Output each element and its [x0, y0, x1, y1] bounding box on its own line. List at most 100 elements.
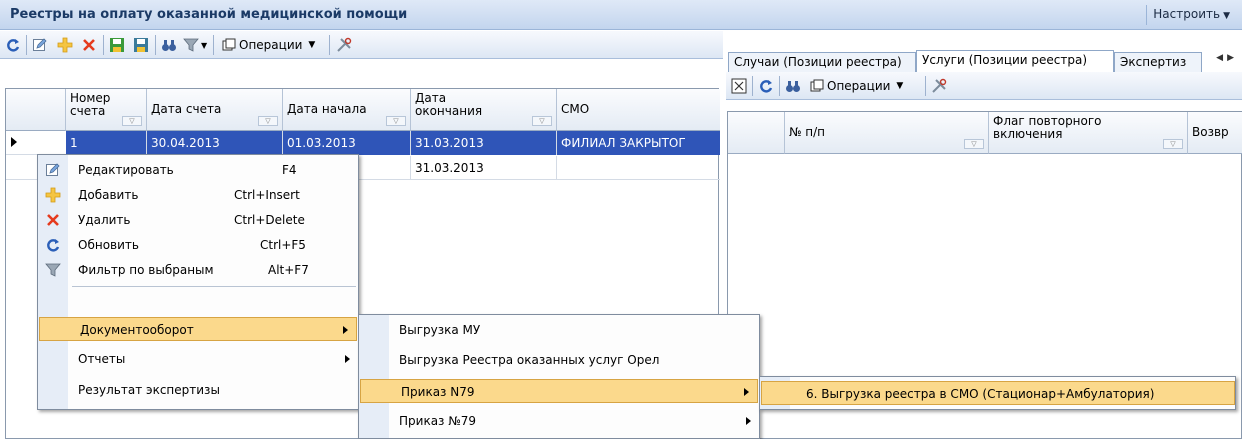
- menu-item-label: Редактировать: [78, 163, 174, 177]
- menu-item-export-to-smo[interactable]: 6. Выгрузка реестра в СМО (Стационар+Амб…: [761, 381, 1235, 405]
- operations-button[interactable]: Операции ▼: [806, 76, 907, 96]
- toolbar-separator: [103, 35, 104, 55]
- cell-end-date: 31.03.2013: [411, 156, 557, 180]
- cell-number: 1: [66, 131, 147, 155]
- chevron-down-icon: ▼: [201, 40, 208, 50]
- menu-item-order-n79[interactable]: Приказ N79: [360, 379, 758, 403]
- menu-item-delete[interactable]: Удалить Ctrl+Delete: [38, 208, 358, 232]
- table-row[interactable]: 1 30.04.2013 01.03.2013 31.03.2013 ФИЛИА…: [6, 131, 720, 155]
- header-label: Флаг повторного включения: [993, 114, 1102, 141]
- menu-item-docflow[interactable]: Документооборот: [39, 317, 357, 341]
- binoculars-icon: [162, 40, 176, 51]
- tab-cases[interactable]: Случаи (Позиции реестра): [728, 52, 916, 72]
- menu-item-filter[interactable]: Фильтр по выбраным Alt+F7: [38, 258, 358, 282]
- menu-item-refresh[interactable]: Обновить Ctrl+F5: [38, 233, 358, 257]
- configure-button[interactable]: Настроить ▼: [1146, 5, 1236, 25]
- operations-button[interactable]: Операции ▼: [218, 35, 319, 55]
- delete-icon: [83, 39, 95, 51]
- filter-icon: [183, 38, 199, 52]
- menu-item-shortcut: Ctrl+Delete: [234, 213, 305, 227]
- menu-item-add[interactable]: Добавить Ctrl+Insert: [38, 183, 358, 207]
- menu-item-order-no79[interactable]: Приказ №79: [359, 409, 759, 433]
- column-header-smo[interactable]: СМО: [557, 89, 720, 131]
- tab-expertise[interactable]: Экспертиз: [1114, 52, 1202, 72]
- menu-item-label: Приказ N79: [401, 385, 475, 399]
- filter-dropdown-icon[interactable]: ▽: [122, 116, 142, 126]
- menu-item-shortcut: F4: [282, 163, 297, 177]
- find-button[interactable]: [161, 35, 177, 55]
- cell-smo: [557, 156, 720, 180]
- column-header-end-date[interactable]: Дата окончания ▽: [411, 89, 557, 131]
- column-header-invoice-date[interactable]: Дата счета ▽: [147, 89, 283, 131]
- binoculars-icon: [786, 81, 800, 92]
- filter-dropdown-icon[interactable]: ▽: [1163, 139, 1183, 149]
- save-button[interactable]: [109, 35, 125, 55]
- column-header-number[interactable]: Номер счета ▽: [66, 89, 147, 131]
- submenu-arrow-icon: [343, 326, 348, 334]
- window-titlebar: Реестры на оплату оказанной медицинской …: [0, 0, 1242, 30]
- delete-button[interactable]: [81, 35, 97, 55]
- add-icon: [44, 186, 62, 204]
- toolbar-separator: [213, 35, 214, 55]
- edit-button[interactable]: [32, 35, 48, 55]
- column-header-repeat-flag[interactable]: Флаг повторного включения ▽: [989, 112, 1188, 154]
- save-as-button[interactable]: [133, 35, 149, 55]
- copy-icon: [222, 38, 236, 51]
- refresh-button[interactable]: [5, 35, 21, 55]
- save-as-icon: [134, 38, 148, 52]
- find-button[interactable]: [785, 76, 801, 96]
- toolbar-separator: [925, 76, 926, 96]
- filter-dropdown-icon[interactable]: ▽: [532, 116, 552, 126]
- refresh-icon: [760, 80, 773, 93]
- tab-label: Экспертиз: [1120, 55, 1187, 69]
- toolbar-separator: [779, 76, 780, 96]
- toolbar-separator: [155, 35, 156, 55]
- submenu-arrow-icon: [746, 417, 751, 425]
- window-title: Реестры на оплату оказанной медицинской …: [10, 7, 408, 22]
- filter-dropdown-icon[interactable]: ▽: [386, 116, 406, 126]
- tab-scroll-arrows-icon[interactable]: ◀▶: [1216, 53, 1238, 63]
- tab-services[interactable]: Услуги (Позиции реестра): [916, 50, 1114, 72]
- menu-item-label: Отчеты: [78, 352, 126, 366]
- filter-dropdown-icon[interactable]: ▽: [964, 139, 984, 149]
- settings-button[interactable]: [931, 76, 947, 96]
- edit-icon: [44, 161, 62, 179]
- detail-tabs: Случаи (Позиции реестра) Услуги (Позиции…: [726, 50, 1242, 72]
- toolbar-separator: [26, 35, 27, 55]
- menu-item-label: Выгрузка Реестра оказанных услуг Орел: [399, 353, 660, 367]
- column-header-return[interactable]: Возвр: [1188, 112, 1242, 154]
- menu-item-export-mu[interactable]: Выгрузка МУ: [359, 318, 759, 342]
- chevron-down-icon: ▼: [896, 81, 904, 91]
- services-toolbar: Операции ▼: [726, 72, 1242, 100]
- refresh-icon: [7, 39, 20, 52]
- menu-separator: [72, 286, 356, 287]
- toolbar-separator: [329, 35, 330, 55]
- column-header-position[interactable]: № п/п ▽: [785, 112, 989, 154]
- delete-icon: [44, 211, 62, 229]
- menu-item-label: 6. Выгрузка реестра в СМО (Стационар+Амб…: [806, 387, 1155, 401]
- chevron-down-icon: ▼: [308, 40, 316, 50]
- menu-item-shortcut: Alt+F7: [268, 263, 309, 277]
- menu-item-label: Документооборот: [80, 323, 194, 337]
- settings-button[interactable]: [336, 35, 352, 55]
- operations-label: Операции: [827, 79, 891, 93]
- menu-item-edit[interactable]: Редактировать F4: [38, 158, 358, 182]
- menu-item-expertise-result[interactable]: Результат экспертизы: [38, 378, 358, 402]
- menu-item-reports[interactable]: Отчеты: [38, 347, 358, 371]
- menu-item-export-registry-orel[interactable]: Выгрузка Реестра оказанных услуг Орел: [359, 348, 759, 372]
- select-all-button[interactable]: [731, 76, 747, 96]
- filter-dropdown-icon[interactable]: ▽: [258, 116, 278, 126]
- row-indicator-header: [6, 89, 66, 131]
- cell-start-date: 01.03.2013: [283, 131, 411, 155]
- column-header-start-date[interactable]: Дата начала ▽: [283, 89, 411, 131]
- registry-toolbar: ▼ Операции ▼: [0, 31, 723, 59]
- docflow-submenu: Выгрузка МУ Выгрузка Реестра оказанных у…: [358, 314, 760, 439]
- chevron-down-icon: ▼: [1223, 11, 1230, 21]
- menu-item-label: Результат экспертизы: [78, 383, 220, 397]
- save-icon: [110, 38, 124, 52]
- header-label: Дата счета: [151, 102, 222, 116]
- filter-button[interactable]: ▼: [183, 35, 207, 55]
- menu-item-label: Обновить: [78, 238, 139, 252]
- add-button[interactable]: [57, 35, 73, 55]
- refresh-button[interactable]: [758, 76, 774, 96]
